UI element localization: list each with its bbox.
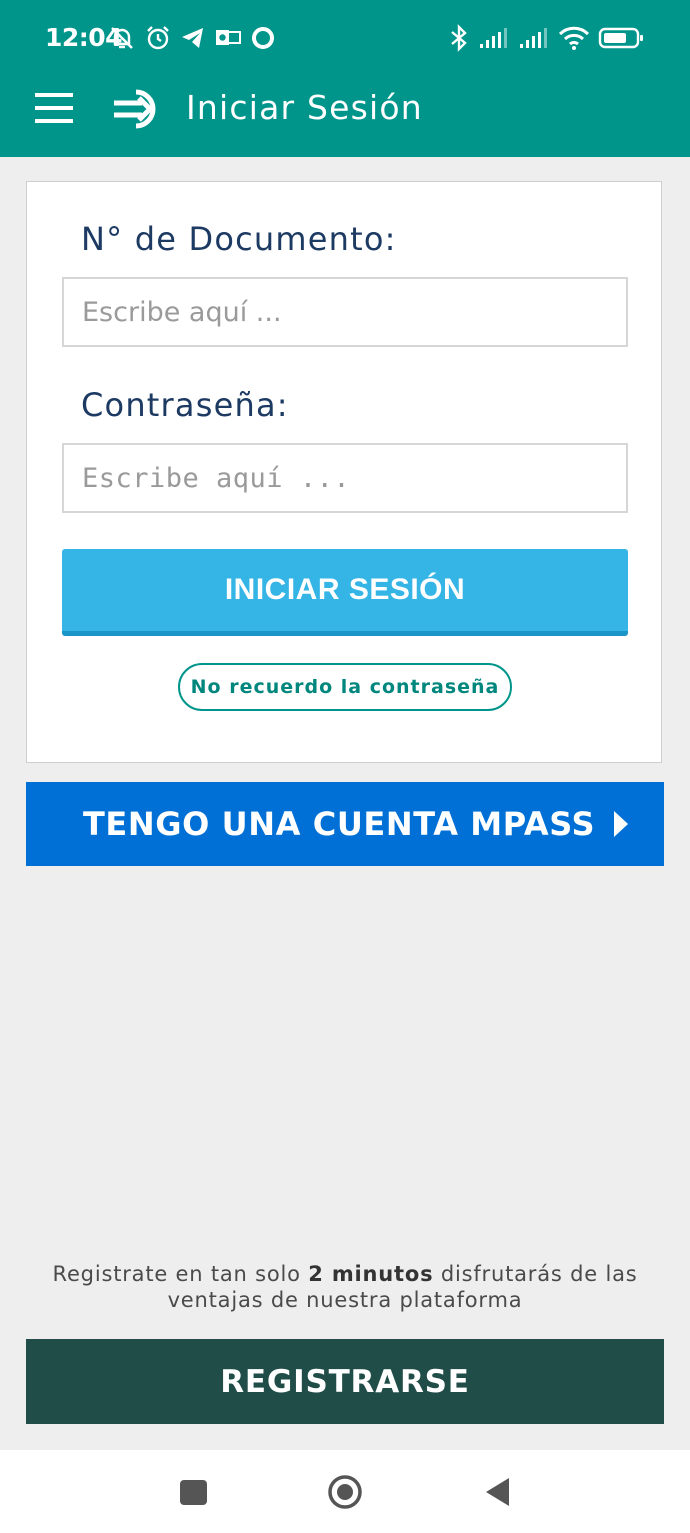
alarm-icon [147,26,169,50]
register-promo-text: Registrate en tan solo 2 minutos disfrut… [26,1261,664,1313]
top-app-bar: 12:04 Iniciar Sesión [0,0,690,157]
menu-icon[interactable] [35,90,73,126]
login-card: N° de Documento: Contraseña: INICIAR SES… [26,181,662,763]
mpass-account-button[interactable]: TENGO UNA CUENTA MPASS [26,782,664,866]
caret-right-icon [614,811,628,837]
document-input[interactable] [62,277,628,347]
promo-text-bold: 2 minutos [308,1262,434,1286]
password-label: Contraseña: [81,386,289,424]
recent-apps-icon[interactable] [180,1480,207,1505]
mpass-button-label: TENGO UNA CUENTA MPASS [83,805,596,843]
system-navigation-bar [0,1450,690,1533]
status-notification-icons [108,22,276,54]
promo-text-start: Registrate en tan solo [52,1262,309,1286]
muted-bell-icon [111,27,133,49]
bluetooth-icon [451,24,467,52]
register-button[interactable]: REGISTRARSE [26,1339,664,1424]
wifi-icon [558,26,590,50]
signal-icon [520,28,547,48]
login-button[interactable]: INICIAR SESIÓN [62,549,628,636]
status-bar: 12:04 [0,0,690,76]
battery-icon [598,27,643,49]
page-title: Iniciar Sesión [186,88,423,127]
back-icon[interactable] [483,1476,511,1508]
forgot-password-button[interactable]: No recuerdo la contraseña [178,663,512,711]
password-input[interactable] [62,443,628,513]
home-icon[interactable] [327,1474,363,1510]
circle-icon [252,27,274,49]
signal-icon [480,28,507,48]
outlook-icon [216,30,241,45]
status-system-icons [448,22,644,54]
telegram-icon [182,28,203,48]
document-label: N° de Documento: [81,220,397,258]
login-arrow-icon [114,89,156,129]
